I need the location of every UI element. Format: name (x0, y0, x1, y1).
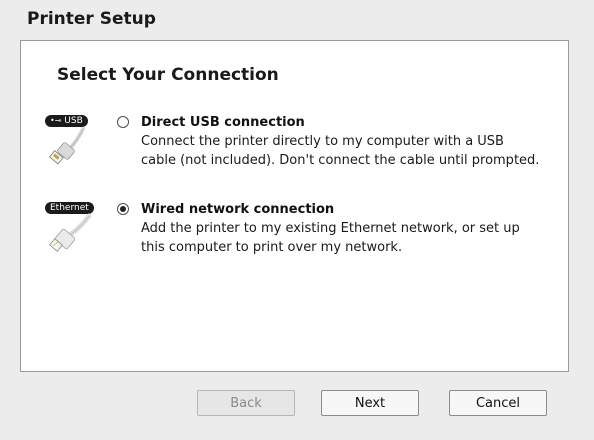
ethernet-radio[interactable] (117, 203, 129, 215)
ethernet-option-description-line2: this computer to print over my network. (141, 240, 403, 255)
connection-panel: Select Your Connection •⊸ USB Direct USB… (20, 40, 569, 372)
ethernet-option-label[interactable]: Wired network connection (141, 200, 561, 219)
next-button[interactable]: Next (321, 390, 419, 416)
usb-option-description-line1: Connect the printer directly to my compu… (141, 134, 504, 149)
ethernet-option-description-line1: Add the printer to my existing Ethernet … (141, 221, 520, 236)
usb-plug-graphic (49, 127, 85, 165)
ethernet-cable-icon: Ethernet (45, 202, 101, 254)
usb-option-description-line2: cable (not included). Don't connect the … (141, 153, 540, 168)
usb-option-label[interactable]: Direct USB connection (141, 113, 561, 132)
usb-cable-icon: •⊸ USB (45, 115, 101, 167)
section-heading: Select Your Connection (57, 65, 279, 85)
usb-radio[interactable] (117, 116, 129, 128)
window-title: Printer Setup (27, 9, 156, 29)
back-button[interactable]: Back (197, 390, 295, 416)
cancel-button[interactable]: Cancel (449, 390, 547, 416)
ethernet-plug-graphic (49, 213, 92, 252)
